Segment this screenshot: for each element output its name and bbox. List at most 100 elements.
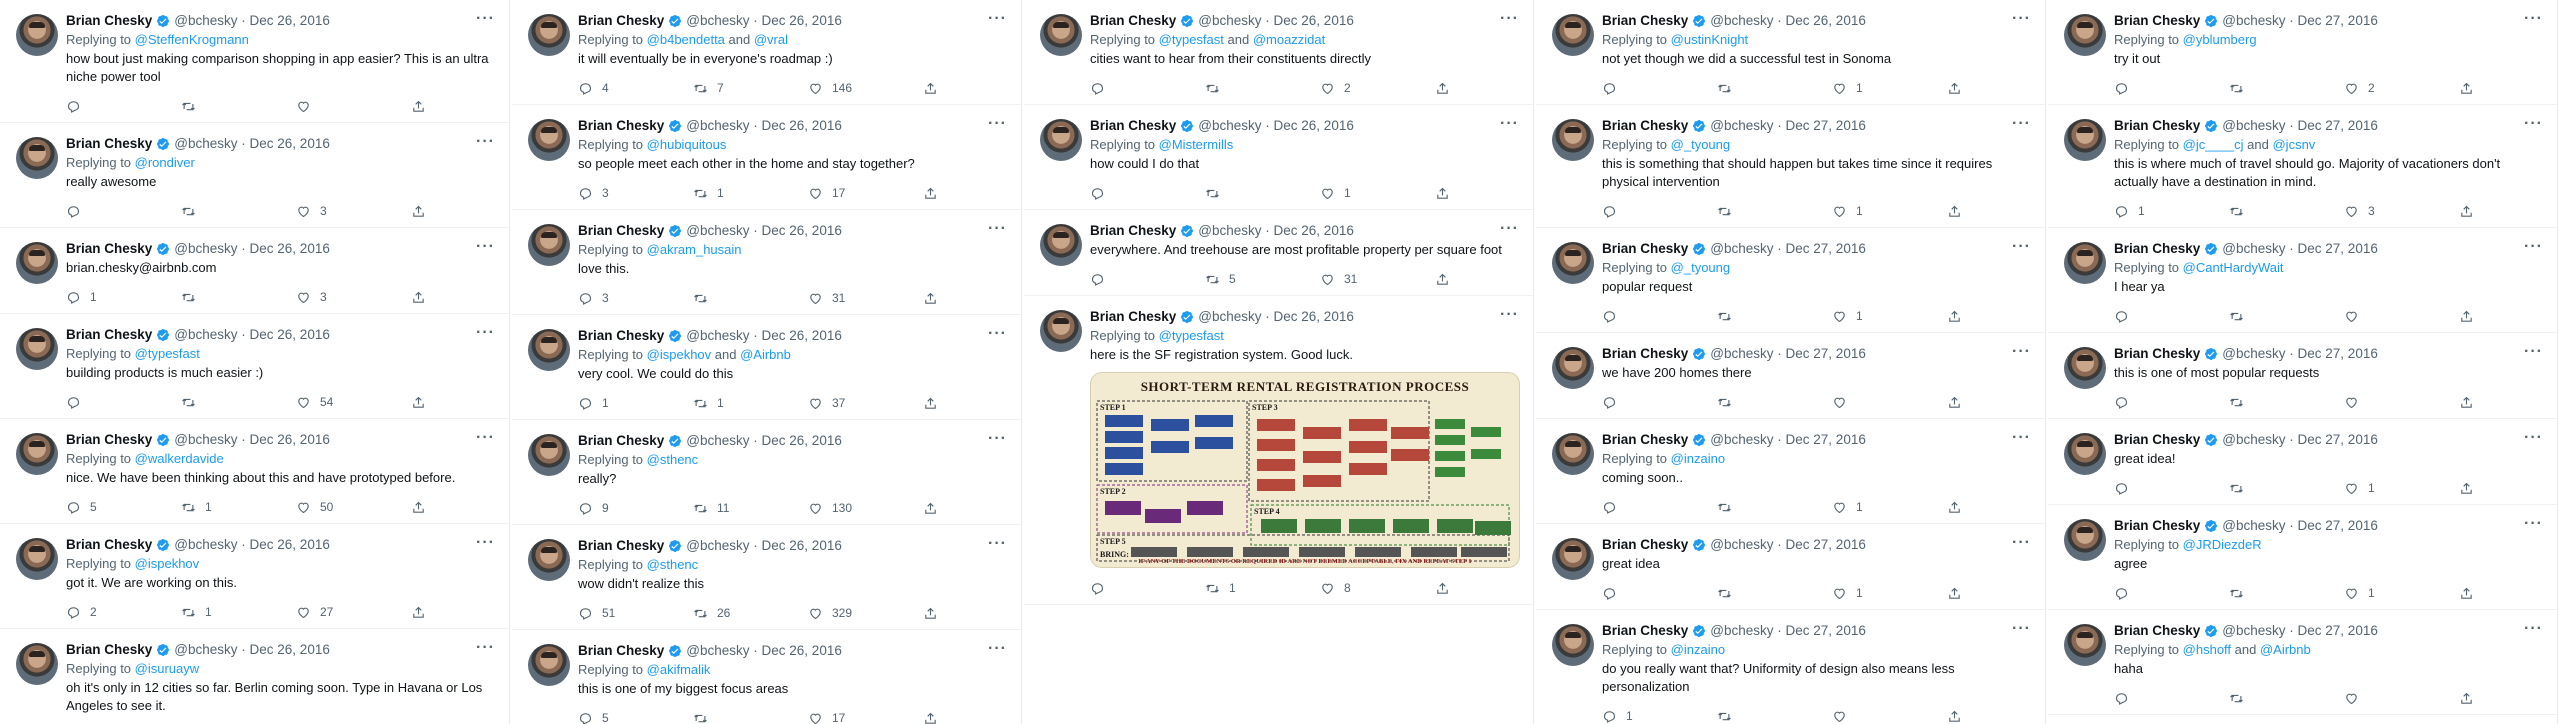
share-button[interactable]: [2459, 586, 2483, 601]
tweet-date[interactable]: Dec 26, 2016: [250, 326, 330, 344]
tweet-date[interactable]: Dec 26, 2016: [762, 222, 842, 240]
share-button[interactable]: [1947, 81, 1971, 96]
like-button[interactable]: 17: [808, 186, 923, 201]
retweet-button[interactable]: 1: [693, 186, 808, 201]
tweet-card[interactable]: Brian Chesky @bchesky · Dec 27, 2016 ···…: [2048, 333, 2557, 419]
reply-button[interactable]: [1602, 81, 1717, 96]
avatar[interactable]: [528, 119, 570, 161]
reply-handle-link[interactable]: @typesfast: [1159, 32, 1224, 47]
more-options-icon[interactable]: ···: [988, 325, 1007, 343]
tweet-date[interactable]: Dec 26, 2016: [250, 641, 330, 659]
retweet-button[interactable]: [693, 291, 808, 306]
retweet-button[interactable]: [1717, 586, 1832, 601]
like-button[interactable]: 329: [808, 606, 923, 621]
retweet-button[interactable]: [181, 204, 296, 219]
avatar[interactable]: [528, 14, 570, 56]
reply-handle-link[interactable]: @vral: [754, 32, 788, 47]
tweet-date[interactable]: Dec 26, 2016: [1274, 117, 1354, 135]
author-handle[interactable]: @bchesky: [1710, 622, 1773, 640]
more-options-icon[interactable]: ···: [476, 429, 495, 447]
tweet-card[interactable]: Brian Chesky @bchesky · Dec 26, 2016 ···…: [512, 420, 1021, 525]
tweet-card[interactable]: Brian Chesky @bchesky · Dec 27, 2016 ···…: [1536, 610, 2045, 724]
more-options-icon[interactable]: ···: [2524, 343, 2543, 361]
more-options-icon[interactable]: ···: [2524, 429, 2543, 447]
avatar[interactable]: [2064, 119, 2106, 161]
tweet-card[interactable]: Brian Chesky @bchesky · Dec 27, 2016 ···…: [2048, 105, 2557, 228]
author-handle[interactable]: @bchesky: [1710, 536, 1773, 554]
avatar[interactable]: [1552, 119, 1594, 161]
author-name[interactable]: Brian Chesky: [1090, 12, 1176, 30]
share-button[interactable]: [923, 186, 947, 201]
author-handle[interactable]: @bchesky: [686, 537, 749, 555]
avatar[interactable]: [16, 137, 58, 179]
avatar[interactable]: [16, 14, 58, 56]
reply-handle-link[interactable]: @b4bendetta: [647, 32, 725, 47]
share-button[interactable]: [2459, 309, 2483, 324]
tweet-date[interactable]: Dec 27, 2016: [1786, 117, 1866, 135]
like-button[interactable]: [2344, 691, 2459, 706]
like-button[interactable]: 50: [296, 500, 411, 515]
reply-handle-link[interactable]: @CantHardyWait: [2183, 260, 2284, 275]
share-button[interactable]: [1435, 272, 1459, 287]
more-options-icon[interactable]: ···: [988, 10, 1007, 28]
tweet-date[interactable]: Dec 27, 2016: [2298, 517, 2378, 535]
author-name[interactable]: Brian Chesky: [2114, 517, 2200, 535]
avatar[interactable]: [1552, 14, 1594, 56]
reply-handle-link[interactable]: @Airbnb: [2260, 642, 2311, 657]
retweet-button[interactable]: 1: [181, 605, 296, 620]
author-name[interactable]: Brian Chesky: [2114, 240, 2200, 258]
share-button[interactable]: [411, 204, 435, 219]
more-options-icon[interactable]: ···: [1500, 115, 1519, 133]
avatar[interactable]: [16, 433, 58, 475]
author-name[interactable]: Brian Chesky: [66, 641, 152, 659]
more-options-icon[interactable]: ···: [2012, 115, 2031, 133]
like-button[interactable]: 27: [296, 605, 411, 620]
share-button[interactable]: [923, 711, 947, 724]
tweet-date[interactable]: Dec 26, 2016: [762, 12, 842, 30]
more-options-icon[interactable]: ···: [476, 238, 495, 256]
reply-button[interactable]: 5: [578, 711, 693, 724]
author-name[interactable]: Brian Chesky: [66, 536, 152, 554]
author-name[interactable]: Brian Chesky: [1602, 12, 1688, 30]
author-name[interactable]: Brian Chesky: [578, 432, 664, 450]
more-options-icon[interactable]: ···: [2524, 115, 2543, 133]
avatar[interactable]: [1040, 310, 1082, 352]
like-button[interactable]: 17: [808, 711, 923, 724]
reply-button[interactable]: [1090, 186, 1205, 201]
share-button[interactable]: [411, 395, 435, 410]
avatar[interactable]: [528, 329, 570, 371]
more-options-icon[interactable]: ···: [2524, 515, 2543, 533]
author-handle[interactable]: @bchesky: [174, 240, 237, 258]
avatar[interactable]: [1552, 242, 1594, 284]
tweet-date[interactable]: Dec 26, 2016: [762, 537, 842, 555]
avatar[interactable]: [1552, 538, 1594, 580]
author-handle[interactable]: @bchesky: [1710, 117, 1773, 135]
retweet-button[interactable]: [1205, 186, 1320, 201]
tweet-card[interactable]: Brian Chesky @bchesky · Dec 26, 2016 ···…: [512, 105, 1021, 210]
reply-button[interactable]: [66, 395, 181, 410]
avatar[interactable]: [16, 242, 58, 284]
share-button[interactable]: [923, 291, 947, 306]
retweet-button[interactable]: [2229, 481, 2344, 496]
tweet-date[interactable]: Dec 26, 2016: [250, 240, 330, 258]
retweet-button[interactable]: [2229, 204, 2344, 219]
share-button[interactable]: [923, 396, 947, 411]
more-options-icon[interactable]: ···: [1500, 306, 1519, 324]
more-options-icon[interactable]: ···: [2012, 534, 2031, 552]
avatar[interactable]: [528, 644, 570, 686]
retweet-button[interactable]: [181, 99, 296, 114]
tweet-card[interactable]: Brian Chesky @bchesky · Dec 26, 2016 ···…: [512, 630, 1021, 724]
retweet-button[interactable]: [1717, 709, 1832, 724]
avatar[interactable]: [1552, 624, 1594, 666]
reply-handle-link[interactable]: @walkerdavide: [135, 451, 224, 466]
author-handle[interactable]: @bchesky: [1198, 117, 1261, 135]
tweet-date[interactable]: Dec 27, 2016: [1786, 345, 1866, 363]
retweet-button[interactable]: 1: [181, 500, 296, 515]
author-handle[interactable]: @bchesky: [1198, 222, 1261, 240]
tweet-card[interactable]: Brian Chesky @bchesky · Dec 27, 2016 ···…: [2048, 0, 2557, 105]
tweet-card[interactable]: Brian Chesky @bchesky · Dec 26, 2016 ···…: [0, 123, 509, 228]
retweet-button[interactable]: [693, 711, 808, 724]
tweet-date[interactable]: Dec 27, 2016: [2298, 117, 2378, 135]
reply-button[interactable]: [2114, 691, 2229, 706]
reply-button[interactable]: 3: [578, 186, 693, 201]
